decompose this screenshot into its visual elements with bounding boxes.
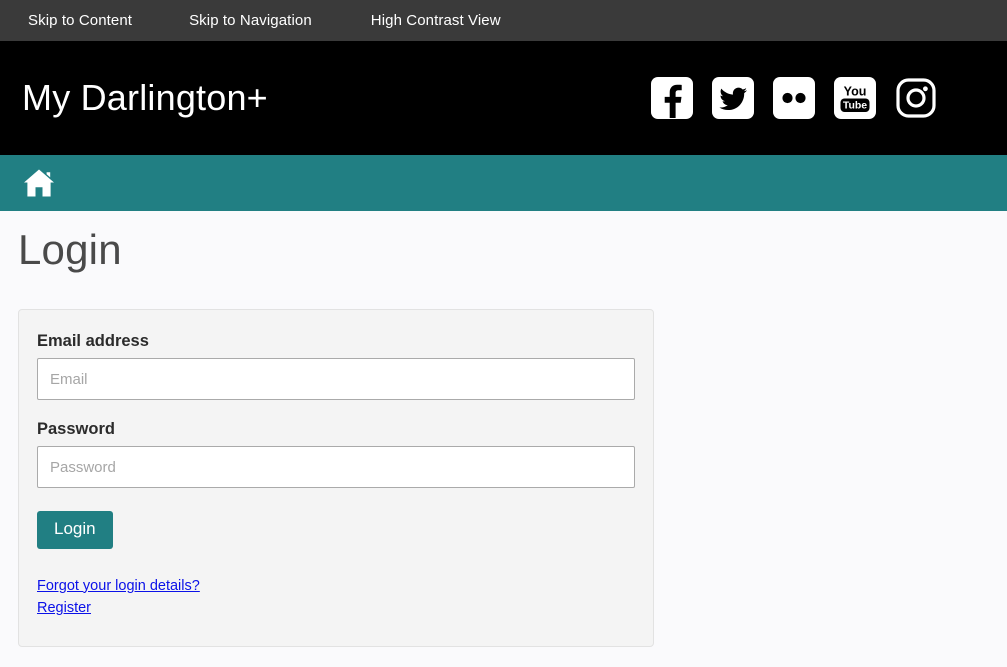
helper-links: Forgot your login details? Register	[37, 575, 634, 620]
youtube-icon[interactable]: You Tube	[834, 77, 876, 119]
site-logo[interactable]: My Darlington+	[22, 80, 268, 116]
login-panel: Email address Password Login Forgot your…	[18, 309, 654, 647]
home-icon[interactable]	[22, 168, 56, 198]
password-input[interactable]	[37, 446, 635, 489]
twitter-icon[interactable]	[712, 77, 754, 119]
instagram-icon[interactable]	[895, 77, 937, 119]
login-submit-button[interactable]: Login	[37, 511, 113, 549]
page-title: Login	[18, 226, 122, 273]
email-input[interactable]	[37, 358, 635, 401]
email-label: Email address	[37, 332, 149, 351]
facebook-icon[interactable]	[651, 77, 693, 119]
high-contrast-view-link[interactable]: High Contrast View	[371, 12, 501, 29]
main-navigation	[0, 155, 1007, 211]
password-label: Password	[37, 420, 115, 439]
flickr-icon[interactable]	[773, 77, 815, 119]
svg-text:Tube: Tube	[843, 100, 867, 112]
site-masthead: My Darlington+ You Tube	[0, 41, 1007, 155]
svg-text:You: You	[844, 85, 867, 99]
skip-to-navigation-link[interactable]: Skip to Navigation	[189, 12, 312, 29]
register-link[interactable]: Register	[37, 597, 91, 619]
skip-to-content-link[interactable]: Skip to Content	[28, 12, 132, 29]
accessibility-bar: Skip to Content Skip to Navigation High …	[0, 0, 1007, 41]
main-content: Login Email address Password Login Forgo…	[0, 211, 1007, 667]
forgot-login-details-link[interactable]: Forgot your login details?	[37, 575, 200, 597]
social-links: You Tube	[651, 77, 937, 119]
